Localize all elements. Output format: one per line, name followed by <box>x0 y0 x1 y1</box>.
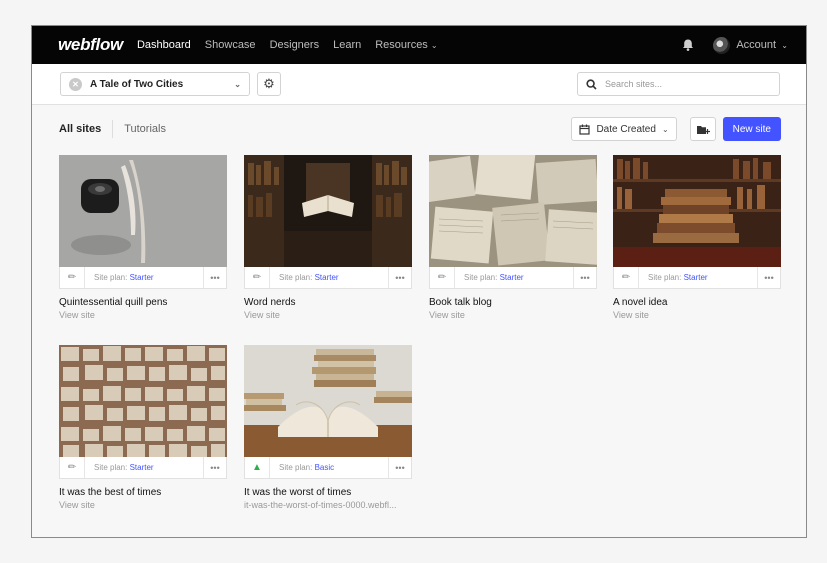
project-toolbar: ✕ A Tale of Two Cities ⌄ ⚙ <box>32 64 806 105</box>
site-plan-prefix: Site plan: <box>648 273 684 282</box>
card-footer: ✏ Site plan: Starter ••• <box>244 267 412 289</box>
site-plan-prefix: Site plan: <box>279 463 315 472</box>
card-footer: ▲ Site plan: Basic ••• <box>244 457 412 479</box>
site-link[interactable]: View site <box>59 310 227 320</box>
more-options-button[interactable]: ••• <box>388 267 411 288</box>
site-name[interactable]: It was the worst of times <box>244 487 412 498</box>
site-plan-prefix: Site plan: <box>94 273 130 282</box>
brush-icon: ✏ <box>60 267 85 288</box>
top-nav: webflow Dashboard Showcase Designers Lea… <box>32 26 806 64</box>
account-label: Account <box>736 39 777 51</box>
card-footer: ✏ Site plan: Starter ••• <box>613 267 781 289</box>
nav-designers[interactable]: Designers <box>270 39 320 51</box>
site-name[interactable]: Word nerds <box>244 297 412 308</box>
site-link[interactable]: it-was-the-worst-of-times-0000.webfl... <box>244 500 412 510</box>
sort-label: Date Created <box>596 123 656 135</box>
site-plan-prefix: Site plan: <box>279 273 315 282</box>
site-link[interactable]: View site <box>429 310 597 320</box>
site-plan-link[interactable]: Basic <box>315 463 335 472</box>
project-icon: ✕ <box>69 77 82 91</box>
calendar-icon <box>579 124 591 135</box>
site-card[interactable]: ✏ Site plan: Starter ••• A novel idea Vi… <box>613 155 781 320</box>
site-plan-link[interactable]: Starter <box>684 273 708 282</box>
site-card[interactable]: ✏ Site plan: Starter ••• Word nerds View… <box>244 155 412 320</box>
brush-icon: ✏ <box>245 267 270 288</box>
site-thumbnail[interactable] <box>59 345 227 457</box>
brush-icon: ✏ <box>430 267 455 288</box>
search-input[interactable] <box>603 78 767 90</box>
site-name[interactable]: Quintessential quill pens <box>59 297 227 308</box>
search-icon <box>586 78 597 90</box>
more-options-button[interactable]: ••• <box>573 267 596 288</box>
card-footer: ✏ Site plan: Starter ••• <box>59 267 227 289</box>
more-options-button[interactable]: ••• <box>203 267 226 288</box>
webflow-logo[interactable]: webflow <box>58 35 123 55</box>
site-plan: Site plan: Starter <box>639 273 757 282</box>
tab-divider <box>112 120 114 138</box>
site-thumbnail[interactable] <box>613 155 781 267</box>
project-name: A Tale of Two Cities <box>90 78 184 90</box>
project-settings-button[interactable]: ⚙ <box>257 72 281 96</box>
tab-tutorials[interactable]: Tutorials <box>124 123 166 135</box>
site-plan: Site plan: Starter <box>85 463 203 472</box>
project-select[interactable]: ✕ A Tale of Two Cities ⌄ <box>60 72 250 96</box>
more-options-button[interactable]: ••• <box>757 267 780 288</box>
brush-icon: ✏ <box>60 457 85 478</box>
site-plan-prefix: Site plan: <box>464 273 500 282</box>
app-window: webflow Dashboard Showcase Designers Lea… <box>31 25 807 538</box>
tab-all-sites[interactable]: All sites <box>59 123 101 135</box>
filter-bar: All sites Tutorials Date Created ⌄ New s… <box>32 105 806 153</box>
nav-resources-label: Resources <box>375 39 428 51</box>
gear-icon: ⚙ <box>263 76 275 91</box>
site-plan-link[interactable]: Starter <box>500 273 524 282</box>
rocket-icon: ▲ <box>245 457 270 478</box>
site-card[interactable]: ✏ Site plan: Starter ••• Quintessential … <box>59 155 227 320</box>
site-plan: Site plan: Starter <box>455 273 573 282</box>
site-link[interactable]: View site <box>59 500 227 510</box>
site-card[interactable]: ▲ Site plan: Basic ••• It was the worst … <box>244 345 412 510</box>
nav-learn[interactable]: Learn <box>333 39 361 51</box>
nav-resources[interactable]: Resources ⌄ <box>375 39 437 51</box>
site-name[interactable]: Book talk blog <box>429 297 597 308</box>
site-plan-link[interactable]: Starter <box>130 463 154 472</box>
brush-icon: ✏ <box>614 267 639 288</box>
site-plan-link[interactable]: Starter <box>130 273 154 282</box>
site-plan: Site plan: Starter <box>270 273 388 282</box>
site-thumbnail[interactable] <box>429 155 597 267</box>
chevron-down-icon: ⌄ <box>779 41 788 50</box>
more-options-button[interactable]: ••• <box>388 457 411 478</box>
chevron-down-icon: ⌄ <box>661 124 669 134</box>
site-plan-prefix: Site plan: <box>94 463 130 472</box>
site-card[interactable]: ✏ Site plan: Starter ••• It was the best… <box>59 345 227 510</box>
sort-dropdown[interactable]: Date Created ⌄ <box>571 117 677 141</box>
new-folder-button[interactable] <box>689 117 716 141</box>
nav-showcase[interactable]: Showcase <box>205 39 256 51</box>
folder-plus-icon <box>696 125 710 134</box>
site-link[interactable]: View site <box>613 310 781 320</box>
account-menu[interactable]: Account ⌄ <box>736 39 788 51</box>
site-plan: Site plan: Starter <box>85 273 203 282</box>
new-site-button[interactable]: New site <box>722 117 781 141</box>
chevron-down-icon: ⌄ <box>430 41 438 50</box>
site-thumbnail[interactable] <box>59 155 227 267</box>
site-name[interactable]: It was the best of times <box>59 487 227 498</box>
card-footer: ✏ Site plan: Starter ••• <box>429 267 597 289</box>
site-link[interactable]: View site <box>244 310 412 320</box>
site-plan-link[interactable]: Starter <box>315 273 339 282</box>
avatar[interactable] <box>713 36 731 54</box>
bell-icon[interactable] <box>681 38 695 52</box>
search-box[interactable] <box>577 72 780 96</box>
site-card[interactable]: ✏ Site plan: Starter ••• Book talk blog … <box>429 155 597 320</box>
more-options-button[interactable]: ••• <box>203 457 226 478</box>
site-plan: Site plan: Basic <box>270 463 388 472</box>
site-thumbnail[interactable] <box>244 345 412 457</box>
site-name[interactable]: A novel idea <box>613 297 781 308</box>
card-footer: ✏ Site plan: Starter ••• <box>59 457 227 479</box>
site-thumbnail[interactable] <box>244 155 412 267</box>
nav-dashboard[interactable]: Dashboard <box>137 39 191 51</box>
chevron-down-icon: ⌄ <box>234 79 241 89</box>
